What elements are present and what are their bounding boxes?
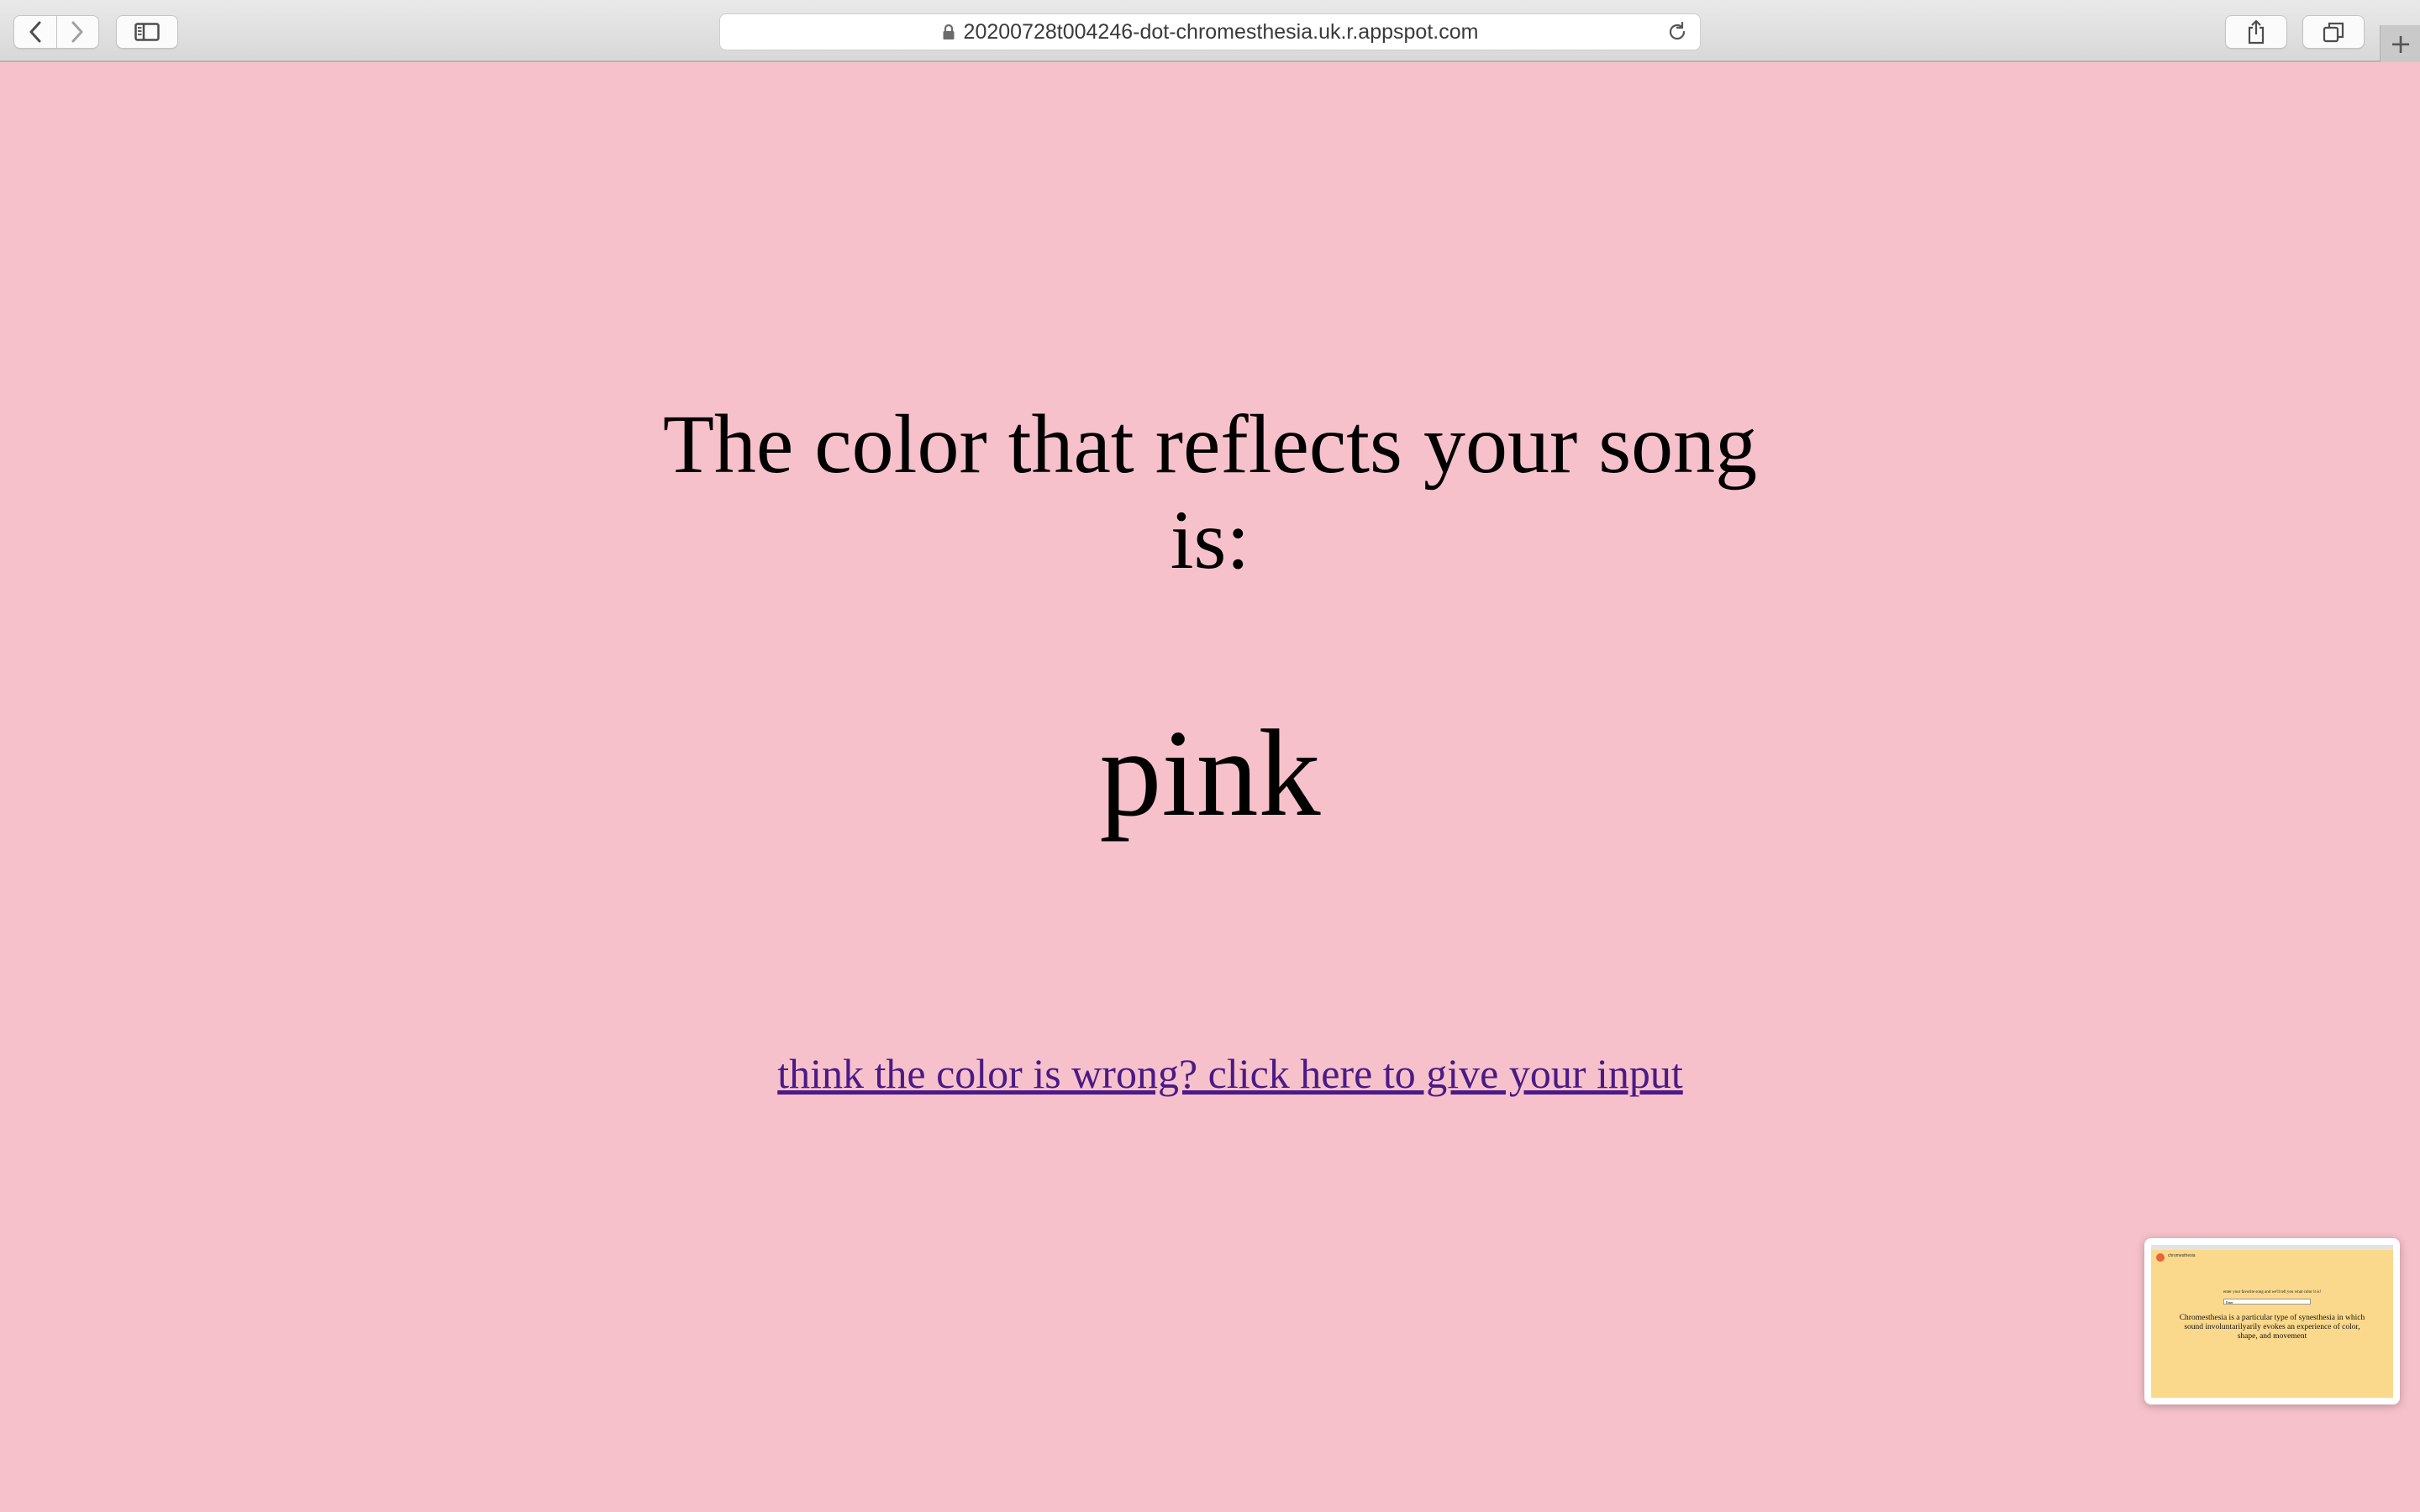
logo-icon bbox=[2156, 1253, 2165, 1262]
back-button[interactable] bbox=[14, 16, 56, 48]
page-content: The color that reflects your song is: pi… bbox=[0, 64, 2420, 1512]
tabs-overview-button[interactable] bbox=[2302, 15, 2365, 49]
chevron-right-icon bbox=[71, 21, 83, 43]
plus-icon: + bbox=[2389, 28, 2412, 60]
history-nav bbox=[13, 15, 99, 49]
sidebar-icon bbox=[134, 23, 160, 41]
feedback-link[interactable]: think the color is wrong? click here to … bbox=[756, 1047, 1704, 1100]
tabs-overview-icon bbox=[2323, 22, 2344, 43]
tab-preview-logo-text: chromesthesia bbox=[2168, 1253, 2196, 1258]
tab-preview-page: chromesthesia enter your favorite song a… bbox=[2151, 1245, 2393, 1398]
tab-preview-prompt: enter your favorite song and we'll tell … bbox=[2223, 1290, 2322, 1294]
reload-button[interactable] bbox=[1666, 21, 1688, 43]
address-bar[interactable]: 20200728t004246-dot-chromesthesia.uk.r.a… bbox=[719, 13, 1701, 50]
share-button[interactable] bbox=[2225, 15, 2287, 49]
tab-preview-description: Chromesthesia is a particular type of sy… bbox=[2179, 1314, 2365, 1341]
lock-icon bbox=[942, 24, 955, 40]
new-tab-button[interactable]: + bbox=[2380, 25, 2420, 62]
browser-toolbar: 20200728t004246-dot-chromesthesia.uk.r.a… bbox=[0, 0, 2420, 62]
reload-icon bbox=[1669, 21, 1686, 40]
share-icon bbox=[2248, 19, 2265, 45]
url-text: 20200728t004246-dot-chromesthesia.uk.r.a… bbox=[963, 19, 1479, 44]
result-color-name: pink bbox=[1099, 705, 1321, 843]
sidebar-button[interactable] bbox=[116, 15, 178, 49]
result-heading: The color that reflects your song is: bbox=[662, 397, 1758, 586]
tab-preview-toolbar bbox=[2151, 1245, 2393, 1250]
tab-preview-thumbnail[interactable]: chromesthesia enter your favorite song a… bbox=[2144, 1238, 2400, 1404]
forward-button[interactable] bbox=[55, 16, 99, 48]
tab-preview-input: Enter bbox=[2223, 1299, 2311, 1305]
chevron-left-icon bbox=[29, 21, 41, 43]
